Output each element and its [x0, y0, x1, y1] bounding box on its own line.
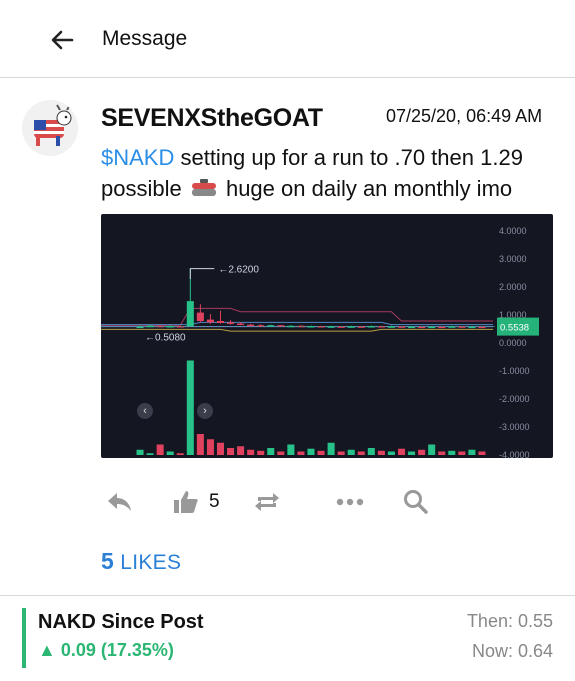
volume-bar	[367, 448, 375, 455]
candle-body	[216, 321, 225, 323]
reply-button[interactable]	[105, 484, 133, 520]
volume-bar	[176, 453, 184, 455]
divider	[0, 595, 575, 596]
ma-line	[101, 321, 493, 326]
message-text-part-2: huge on daily an monthly imo	[219, 176, 513, 201]
low-label: ←0.5080	[145, 332, 186, 343]
search-icon	[403, 489, 429, 515]
reply-icon	[105, 490, 133, 514]
volume-bar	[287, 444, 295, 455]
likes-count: 5	[101, 548, 115, 574]
top-bar: Message	[0, 0, 575, 78]
candle-body	[196, 312, 204, 321]
volume-bar	[387, 451, 395, 455]
like-button[interactable]: 5	[173, 484, 220, 520]
volume-bar	[408, 451, 416, 455]
volume-bar	[327, 442, 335, 455]
volume-bar	[458, 451, 466, 455]
page-title: Message	[102, 27, 188, 50]
volume-bar	[237, 446, 245, 455]
now-price: Now: 0.64	[471, 641, 553, 661]
volume-bar	[438, 451, 446, 455]
action-bar: 5	[101, 484, 551, 520]
chart-svg: 4.00003.00002.00001.00000.0000-1.0000-2.…	[101, 226, 539, 458]
volume-bar	[136, 449, 144, 455]
timestamp: 07/25/20, 06:49 AM	[386, 106, 543, 126]
ticker-link[interactable]: $NAKD	[101, 145, 174, 170]
volume-bar	[257, 450, 265, 455]
last-price-label: 0.5538	[500, 323, 529, 334]
curling-stone-icon	[190, 175, 218, 196]
candle-body	[206, 319, 214, 323]
high-marker	[189, 268, 215, 279]
volume-bar	[166, 451, 174, 455]
y-tick-label: -2.0000	[499, 394, 530, 404]
username[interactable]: SEVENXStheGOAT	[101, 104, 323, 133]
y-tick-label: 2.0000	[499, 282, 527, 292]
volume-bar	[297, 451, 305, 455]
volume-bar	[478, 451, 486, 455]
candle-body	[186, 301, 194, 327]
volume-bar	[428, 444, 436, 455]
volume-bar	[216, 442, 225, 455]
volume-bar	[196, 434, 204, 455]
search-button[interactable]	[403, 484, 429, 520]
volume-bar	[307, 448, 315, 455]
chart-prev-button[interactable]: ‹	[137, 403, 153, 419]
more-icon	[335, 497, 365, 507]
candle-body	[247, 324, 255, 327]
volume-bar	[397, 448, 406, 455]
message-body: $NAKD setting up for a run to .70 then 1…	[101, 142, 561, 204]
since-post-title: NAKD Since Post	[38, 611, 204, 633]
volume-bar	[267, 448, 275, 455]
y-tick-label: 4.0000	[499, 226, 527, 236]
since-post-accent-bar	[22, 608, 26, 668]
volume-bar	[448, 450, 456, 455]
volume-bar	[247, 449, 255, 455]
candle-body	[227, 322, 235, 324]
avatar[interactable]	[22, 100, 78, 156]
more-button[interactable]	[335, 484, 365, 520]
volume-bar	[357, 451, 365, 455]
volume-bar	[468, 449, 476, 455]
repost-button[interactable]	[253, 484, 281, 520]
volume-bar	[377, 450, 385, 455]
volume-bar	[337, 451, 345, 455]
chart-next-button[interactable]: ›	[197, 403, 213, 419]
volume-bar	[206, 439, 214, 455]
likes-label: LIKES	[114, 551, 182, 574]
y-tick-label: 3.0000	[499, 254, 527, 264]
y-tick-label: 0.0000	[499, 338, 527, 348]
volume-bar	[347, 449, 355, 455]
like-count: 5	[209, 491, 220, 512]
back-arrow-icon[interactable]	[46, 24, 78, 56]
volume-bar	[227, 448, 235, 455]
since-post-change: ▲ 0.09 (17.35%)	[38, 640, 174, 660]
thumbs-up-icon	[173, 489, 199, 515]
y-tick-label: -4.0000	[499, 450, 530, 458]
volume-bar	[277, 451, 285, 455]
volume-bar	[156, 444, 164, 455]
y-tick-label: -1.0000	[499, 366, 530, 376]
high-label: ←2.6200	[218, 265, 259, 276]
volume-bar	[317, 450, 325, 455]
volume-bar	[186, 360, 194, 455]
repost-icon	[253, 490, 281, 514]
y-tick-label: -3.0000	[499, 422, 530, 432]
volume-bar	[418, 449, 426, 455]
volume-bar	[146, 453, 154, 455]
ma-line	[101, 328, 493, 332]
likes-summary[interactable]: 5 LIKES	[101, 548, 181, 575]
candle-body	[237, 323, 245, 326]
then-price: Then: 0.55	[466, 611, 553, 631]
price-chart[interactable]: 4.0000 3.0000 2.0000 1.0000 0.0000 -1.0000 -2.…	[101, 214, 553, 458]
